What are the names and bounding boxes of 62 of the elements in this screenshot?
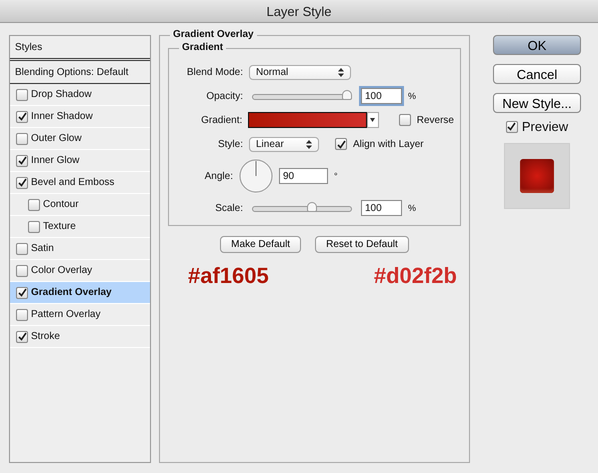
checkbox[interactable] [16,154,28,166]
color-code: #af1605 [188,263,269,289]
default-button[interactable]: Reset to Default [315,236,409,253]
checkbox[interactable] [16,176,28,188]
unit-label: ° [334,171,338,181]
style-item[interactable]: Inner Glow [10,150,150,172]
style-item[interactable]: Inner Shadow [10,106,150,128]
styles-header[interactable]: Styles [10,36,150,61]
dialog-button[interactable]: OK [493,35,581,55]
checkbox[interactable] [28,220,40,232]
dialog-button[interactable]: New Style... [493,93,581,113]
gradient-swatch[interactable] [248,112,368,128]
group-title: Gradient [179,42,226,53]
color-code: #d02f2b [374,263,457,289]
style-item[interactable]: Contour [10,194,150,216]
field-label: Angle: [204,170,233,182]
unit-label: % [408,91,416,101]
style-item[interactable]: Outer Glow [10,128,150,150]
preview-checkbox[interactable] [506,120,518,132]
field-label: Opacity: [205,90,243,102]
checkbox[interactable] [16,330,28,342]
checkbox[interactable] [16,308,28,320]
scale-field[interactable]: 100 [361,200,402,216]
angle-field[interactable]: 90 [279,168,328,184]
style-item[interactable]: Stroke [10,326,150,348]
checkbox[interactable] [16,132,28,144]
field-label: Scale: [214,202,243,214]
stepper-arrows-icon [338,68,344,76]
unit-label: % [408,203,416,213]
checkbox[interactable] [16,264,28,276]
field-label: Style: [216,138,243,150]
style-item[interactable]: Texture [10,216,150,238]
style-item[interactable]: Drop Shadow [10,84,150,106]
opacity-field[interactable]: 100 [361,88,402,104]
style-item[interactable]: Satin [10,238,150,260]
blending-options[interactable]: Blending Options: Default [10,61,150,84]
preview-square [520,159,554,193]
style-item[interactable]: Gradient Overlay [10,282,150,304]
checkbox[interactable] [28,198,40,210]
panel-title: Gradient Overlay [170,29,257,40]
checkbox[interactable] [16,242,28,254]
field-label: Gradient: [200,114,242,126]
slider-thumb[interactable] [342,90,352,100]
reverse-checkbox[interactable] [398,114,411,126]
checkbox-label: Align with Layer [353,138,424,150]
style-select[interactable]: Linear [249,136,319,152]
checkbox-label: Reverse [416,114,454,126]
checkbox-label: Preview [522,119,568,134]
default-button[interactable]: Make Default [220,236,302,253]
checkbox[interactable] [16,88,28,100]
style-item[interactable]: Pattern Overlay [10,304,150,326]
window-title: Layer Style [0,0,598,23]
slider-thumb[interactable] [306,202,317,212]
dialog-button[interactable]: Cancel [493,64,581,84]
checkbox[interactable] [16,286,28,298]
angle-dial[interactable] [239,159,273,193]
align-checkbox[interactable] [335,138,347,150]
stepper-arrows-icon [306,140,312,148]
field-label: Blend Mode: [186,66,243,78]
style-item[interactable]: Bevel and Emboss [10,172,150,194]
checkbox[interactable] [16,110,28,122]
blend-mode-select[interactable]: Normal [249,64,351,80]
